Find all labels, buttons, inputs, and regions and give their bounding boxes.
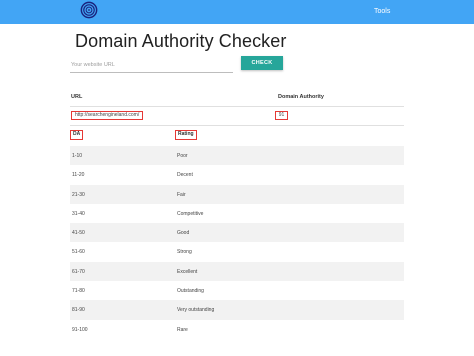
da-range-cell: 11-20	[72, 172, 85, 179]
swirl-logo-icon[interactable]	[80, 1, 98, 19]
da-range-cell: 51-60	[72, 249, 85, 256]
page-title: Domain Authority Checker	[75, 31, 287, 51]
rating-cell: Good	[177, 230, 190, 237]
da-range-cell: 1-10	[72, 153, 83, 159]
da-range-cell: 31-40	[72, 210, 85, 217]
check-button[interactable]: CHECK	[241, 56, 283, 70]
da-range-cell: 21-30	[72, 191, 85, 198]
rating-cell: Fair	[177, 191, 186, 198]
da-range-cell: 81-90	[72, 307, 85, 314]
table-row: 91-100 Rare	[70, 320, 404, 339]
rating-cell: Strong	[177, 249, 192, 256]
rating-cell: Decent	[177, 172, 193, 179]
da-range-cell: 71-80	[72, 288, 85, 295]
table-row: 41-50 Good	[70, 223, 404, 243]
table-row: 71-80 Outstanding	[70, 281, 404, 300]
website-url-input[interactable]	[70, 58, 233, 73]
rating-cell: Poor	[177, 153, 188, 159]
table-row: 61-70 Excellent	[70, 261, 404, 282]
url-column-header: URL	[71, 94, 83, 100]
table-row: 81-90 Very outstanding	[70, 300, 404, 320]
table-row: 21-30 Fair	[70, 184, 404, 204]
result-url-cell: http://searchengineland.com/	[71, 111, 144, 120]
rating-cell: Outstanding	[177, 288, 204, 295]
top-nav-bar: Tools	[0, 0, 474, 24]
header-divider	[70, 106, 404, 107]
da-range-cell: 91-100	[72, 326, 88, 333]
da-column-header: DA	[70, 130, 84, 140]
da-range-cell: 41-50	[72, 230, 85, 237]
da-rating-table: 1-10 Poor 11-20 Decent 21-30 Fair 31-40 Competi…	[70, 146, 404, 339]
rating-column-header: Rating	[175, 130, 197, 140]
result-divider	[70, 125, 404, 126]
rating-cell: Competitive	[177, 210, 204, 217]
rating-cell: Very outstanding	[177, 307, 215, 314]
table-row: 51-60 Strong	[70, 242, 404, 261]
domain-authority-column-header: Domain Authority	[278, 94, 324, 100]
table-row: 1-10 Poor	[70, 146, 404, 166]
rating-cell: Excellent	[177, 268, 198, 275]
tools-link[interactable]: Tools	[374, 8, 390, 15]
table-row: 31-40 Competitive	[70, 204, 404, 223]
result-da-cell: 91	[275, 111, 288, 120]
rating-cell: Rare	[177, 326, 188, 333]
table-row: 11-20 Decent	[70, 165, 404, 184]
da-range-cell: 61-70	[72, 268, 85, 275]
